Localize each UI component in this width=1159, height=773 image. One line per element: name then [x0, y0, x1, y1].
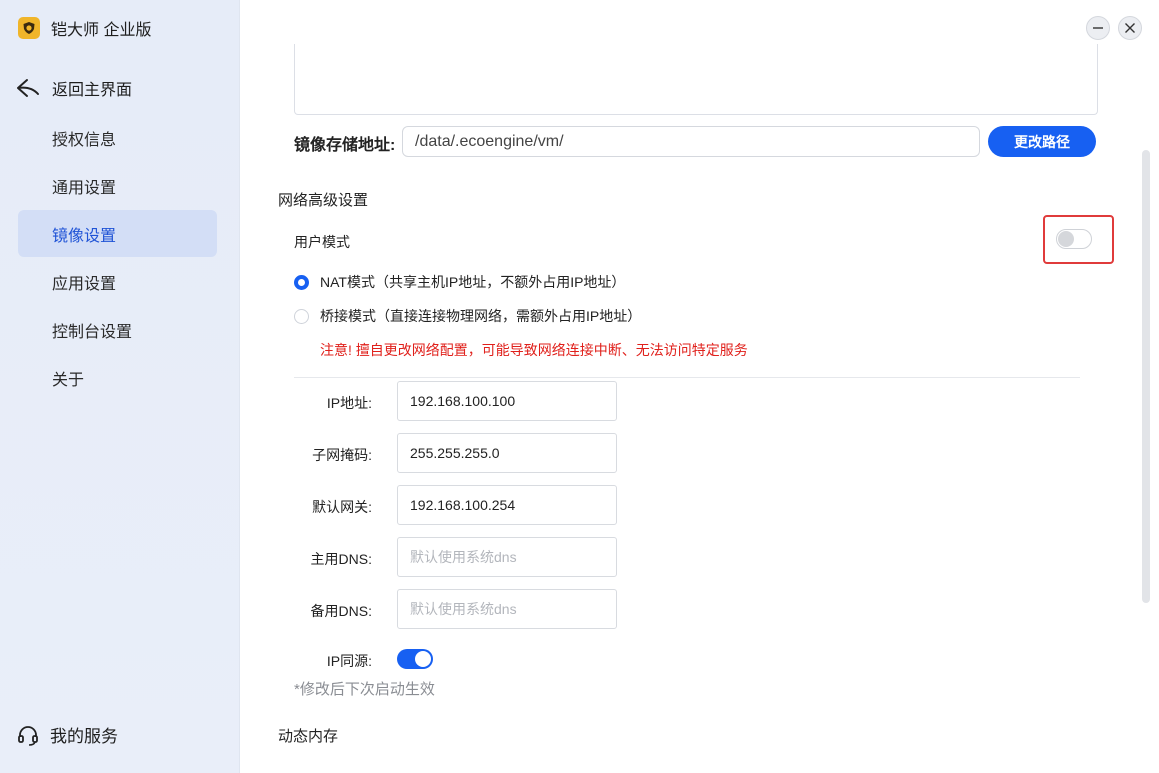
minimize-button[interactable]	[1086, 16, 1110, 40]
sidebar-item-label: 通用设置	[52, 179, 117, 197]
sidebar-item-label: 控制台设置	[52, 323, 133, 341]
nat-mode-radio[interactable]: NAT模式（共享主机IP地址，不额外占用IP地址）	[294, 272, 625, 292]
sidebar-item-about[interactable]: 关于	[18, 354, 217, 401]
gateway-label: 默认网关:	[312, 499, 372, 515]
primary-dns-label: 主用DNS:	[310, 551, 372, 567]
subnet-mask-label: 子网掩码:	[312, 447, 372, 463]
radio-unchecked-icon	[294, 308, 309, 324]
sidebar-nav: 授权信息 通用设置 镜像设置 应用设置 控制台设置 关于	[18, 114, 217, 402]
sidebar-item-apps[interactable]: 应用设置	[18, 258, 217, 305]
toggle-knob	[1058, 231, 1074, 247]
memory-section-title: 动态内存	[278, 728, 339, 745]
sidebar-item-label: 授权信息	[52, 131, 117, 149]
network-section-title: 网络高级设置	[278, 192, 369, 209]
close-button[interactable]	[1118, 16, 1142, 40]
primary-dns-input[interactable]	[397, 537, 617, 577]
ip-same-source-toggle[interactable]	[397, 649, 433, 669]
storage-path-input[interactable]	[402, 126, 980, 157]
back-label: 返回主界面	[52, 82, 133, 99]
sidebar-item-label: 应用设置	[52, 275, 117, 293]
secondary-dns-input[interactable]	[397, 589, 617, 629]
ip-address-input[interactable]	[397, 381, 617, 421]
sidebar-item-console[interactable]: 控制台设置	[18, 306, 217, 353]
ip-address-label: IP地址:	[326, 395, 372, 411]
sidebar-item-image[interactable]: 镜像设置	[18, 210, 217, 257]
close-icon	[1125, 23, 1135, 33]
toggle-knob	[415, 651, 431, 667]
text-area[interactable]	[294, 44, 1098, 115]
back-arrow-icon	[17, 79, 39, 97]
storage-path-label: 镜像存储地址:	[294, 137, 396, 154]
radio-checked-icon	[294, 274, 309, 290]
gateway-input[interactable]	[397, 485, 617, 525]
change-path-button[interactable]: 更改路径	[988, 126, 1096, 157]
app-header: 铠大师 企业版	[18, 16, 151, 40]
radio-label: NAT模式（共享主机IP地址，不额外占用IP地址）	[320, 274, 626, 290]
scrollbar-thumb[interactable]	[1142, 150, 1150, 603]
my-service-label: 我的服务	[50, 727, 118, 746]
headset-icon	[18, 725, 38, 746]
app-logo-icon	[18, 17, 40, 39]
minimize-icon	[1093, 27, 1103, 29]
secondary-dns-label: 备用DNS:	[310, 603, 372, 619]
user-mode-toggle[interactable]	[1056, 229, 1092, 249]
bridge-mode-radio[interactable]: 桥接模式（直接连接物理网络，需额外占用IP地址）	[294, 306, 641, 326]
subnet-mask-input[interactable]	[397, 433, 617, 473]
user-mode-label: 用户模式	[294, 234, 350, 250]
back-to-main-button[interactable]: 返回主界面	[16, 76, 132, 100]
network-warning: 注意! 擅自更改网络配置，可能导致网络连接中断、无法访问特定服务	[320, 342, 748, 358]
scrollbar[interactable]	[1141, 150, 1151, 603]
divider	[294, 377, 1080, 378]
sidebar-item-label: 镜像设置	[52, 227, 117, 245]
sidebar-item-label: 关于	[52, 371, 85, 389]
app-title: 铠大师 企业版	[51, 22, 152, 39]
sidebar-item-general[interactable]: 通用设置	[18, 162, 217, 209]
radio-label: 桥接模式（直接连接物理网络，需额外占用IP地址）	[320, 308, 642, 324]
my-service-button[interactable]: 我的服务	[16, 722, 118, 747]
restart-note: *修改后下次启动生效	[294, 681, 435, 698]
sidebar: 铠大师 企业版 返回主界面 授权信息 通用设置 镜像设置 应用设置 控制台设置 …	[0, 0, 240, 773]
ip-same-source-label: IP同源:	[326, 653, 372, 669]
sidebar-item-license[interactable]: 授权信息	[18, 114, 217, 161]
